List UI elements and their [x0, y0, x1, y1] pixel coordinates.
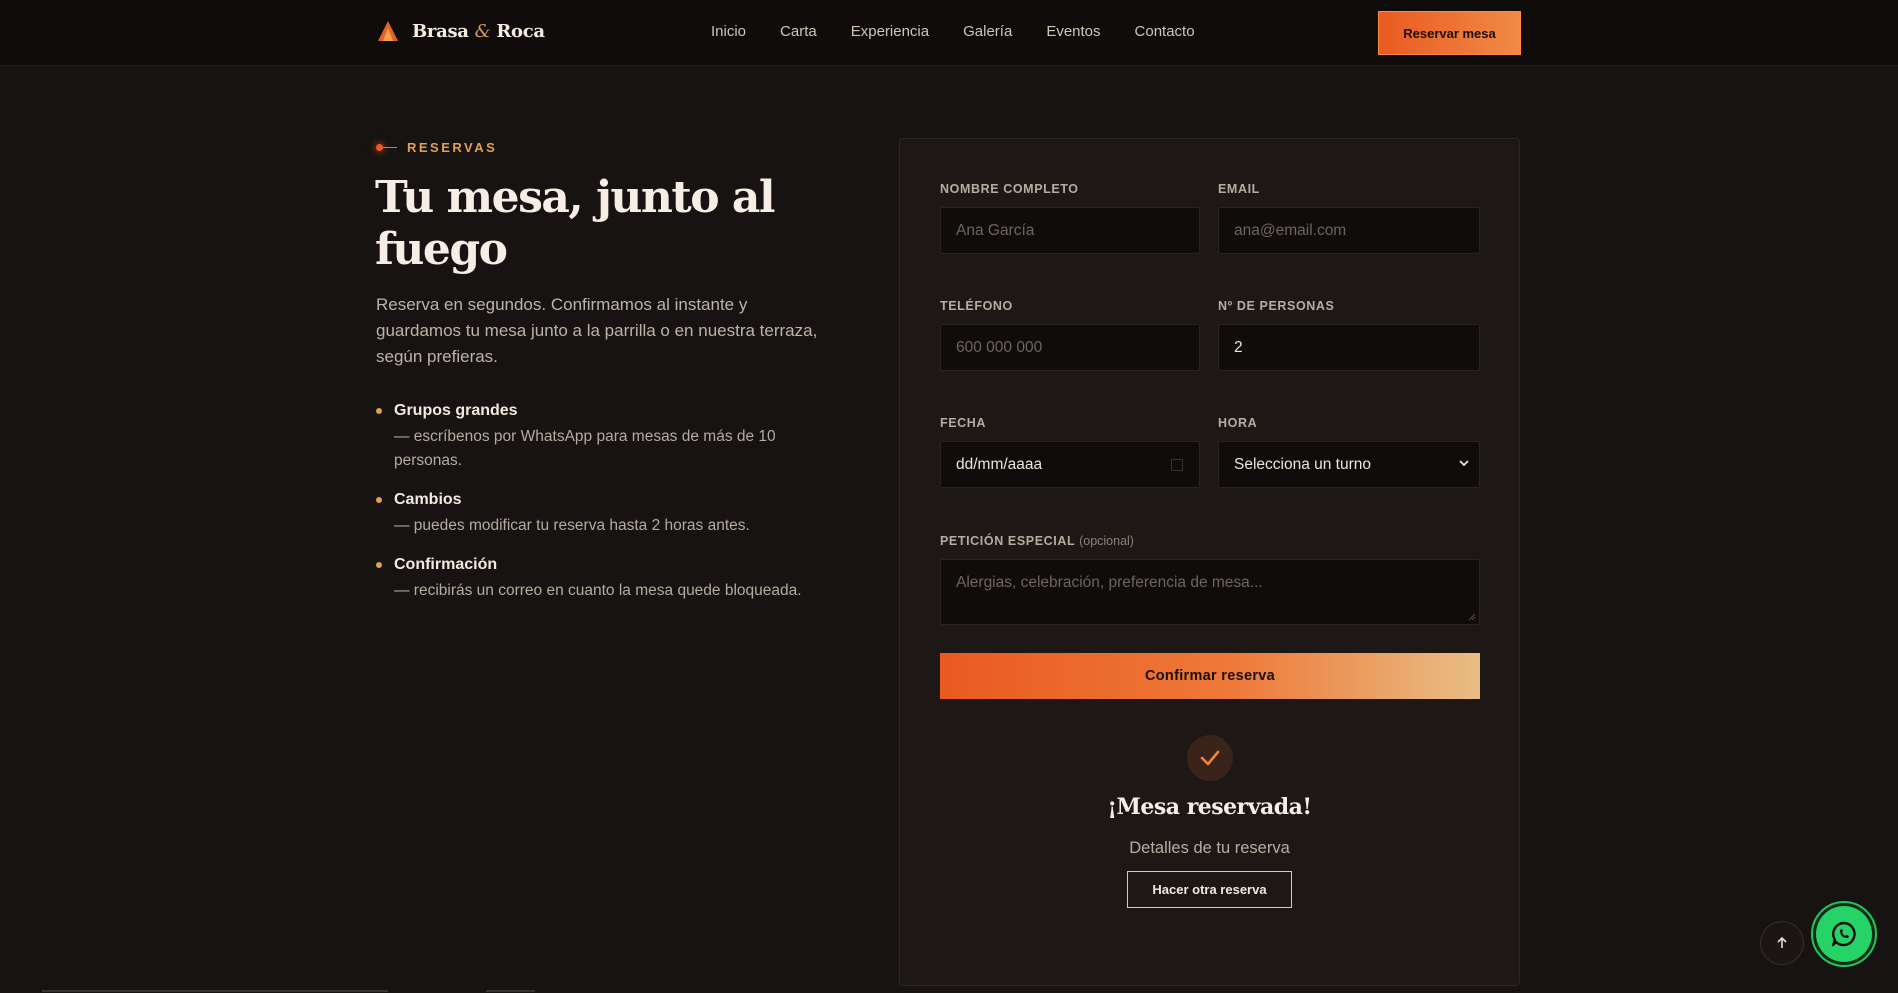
bullet-icon [376, 562, 382, 568]
brand-name: Brasa & Roca [412, 20, 545, 42]
email-label: EMAIL [1218, 182, 1260, 196]
phone-label: TELÉFONO [940, 299, 1013, 313]
whatsapp-icon [1831, 921, 1856, 947]
eyebrow-line [383, 147, 397, 148]
reserve-table-button[interactable]: Reservar mesa [1379, 12, 1520, 54]
perk-item: Grupos grandes — escríbenos por WhatsApp… [376, 400, 836, 473]
horizontal-scrollbar-thumb[interactable] [486, 990, 535, 992]
page-title: Tu mesa, junto al fuego [375, 172, 776, 275]
main-nav: Inicio Carta Experiencia Galería Eventos… [711, 23, 1229, 40]
check-icon [1200, 750, 1220, 766]
reservation-form-card: NOMBRE COMPLETO Ana García EMAIL ana@ema… [899, 138, 1520, 986]
perk-title: Grupos grandes [394, 402, 518, 419]
perk-title: Cambios [394, 491, 462, 508]
eyebrow-label: RESERVAS [407, 140, 498, 155]
nav-link-carta[interactable]: Carta [780, 23, 817, 40]
time-label: HORA [1218, 416, 1258, 430]
brand-logo[interactable]: Brasa & Roca [376, 19, 545, 43]
horizontal-scrollbar[interactable] [42, 990, 388, 992]
perk-item: Cambios — puedes modificar tu reserva ha… [376, 489, 836, 538]
calendar-icon[interactable] [1171, 459, 1183, 471]
perk-desc: — puedes modificar tu reserva hasta 2 ho… [394, 517, 750, 534]
nav-link-galeria[interactable]: Galería [963, 23, 1012, 40]
chevron-down-icon [1459, 460, 1469, 467]
bullet-icon [376, 497, 382, 503]
perk-item: Confirmación — recibirás un correo en cu… [376, 554, 836, 603]
section-eyebrow: RESERVAS [376, 140, 497, 155]
date-value: dd/mm/aaaa [956, 455, 1043, 473]
date-label: FECHA [940, 416, 987, 430]
eyebrow-dot-icon [376, 144, 383, 151]
people-count-input[interactable]: 2 [1218, 324, 1480, 371]
nav-link-inicio[interactable]: Inicio [711, 23, 746, 40]
success-check-badge [1187, 735, 1233, 781]
nav-link-eventos[interactable]: Eventos [1046, 23, 1100, 40]
name-label: NOMBRE COMPLETO [940, 182, 1079, 196]
time-select[interactable]: Selecciona un turno [1218, 441, 1480, 488]
perk-desc: — recibirás un correo en cuanto la mesa … [394, 582, 802, 599]
new-reservation-button[interactable]: Hacer otra reserva [1127, 871, 1292, 908]
whatsapp-button[interactable] [1811, 901, 1877, 967]
full-name-input[interactable]: Ana García [940, 207, 1200, 254]
confirm-reservation-button[interactable]: Confirmar reserva [940, 653, 1480, 699]
people-label: Nº DE PERSONAS [1218, 299, 1335, 313]
top-navbar: Brasa & Roca Inicio Carta Experiencia Ga… [0, 0, 1898, 66]
flame-logo-icon [378, 21, 398, 41]
resize-handle-icon[interactable] [1468, 613, 1476, 621]
perk-desc: — escríbenos por WhatsApp para mesas de … [394, 428, 776, 469]
nav-link-experiencia[interactable]: Experiencia [851, 23, 929, 40]
bullet-icon [376, 408, 382, 414]
special-request-textarea[interactable]: Alergias, celebración, preferencia de me… [940, 559, 1480, 625]
scroll-to-top-button[interactable] [1760, 921, 1804, 965]
time-select-value: Selecciona un turno [1234, 455, 1372, 473]
success-subtitle: Detalles de tu reserva [1129, 839, 1290, 857]
page-description: Reserva en segundos. Confirmamos al inst… [376, 295, 818, 366]
special-request-label: PETICIÓN ESPECIAL (opcional) [940, 534, 1134, 548]
whatsapp-badge [1816, 906, 1872, 962]
nav-link-contacto[interactable]: Contacto [1135, 23, 1195, 40]
special-request-placeholder: Alergias, celebración, preferencia de me… [956, 574, 1263, 591]
email-input[interactable]: ana@email.com [1218, 207, 1480, 254]
arrow-up-icon [1777, 936, 1787, 948]
date-input[interactable]: dd/mm/aaaa [940, 441, 1200, 488]
perk-title: Confirmación [394, 556, 498, 573]
success-title: ¡Mesa reservada! [1107, 794, 1312, 820]
perks-list: Grupos grandes — escríbenos por WhatsApp… [376, 400, 836, 619]
phone-input[interactable]: 600 000 000 [940, 324, 1200, 371]
